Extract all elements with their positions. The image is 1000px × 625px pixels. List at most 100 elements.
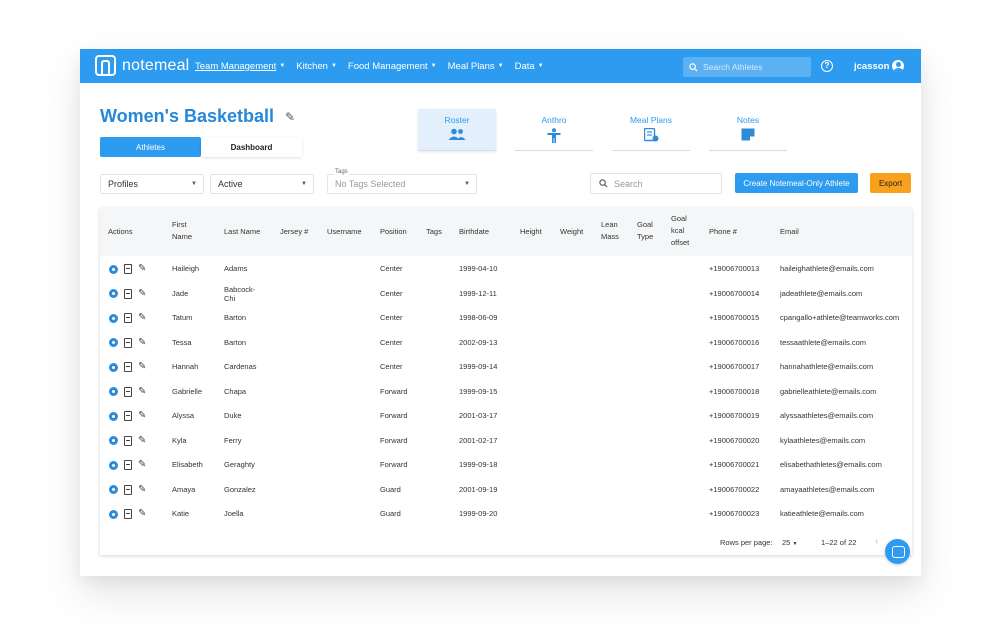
- settings-icon[interactable]: [109, 485, 118, 494]
- edit-pencil-icon[interactable]: ✎: [138, 484, 146, 495]
- prev-page-icon[interactable]: ‹: [875, 536, 878, 547]
- edit-pencil-icon[interactable]: ✎: [285, 110, 295, 124]
- tab-dashboard[interactable]: Dashboard: [201, 137, 302, 157]
- col-weight[interactable]: Weight: [560, 226, 583, 238]
- login-icon[interactable]: [124, 411, 132, 421]
- settings-icon[interactable]: [109, 264, 118, 274]
- table-row[interactable]: ✎ Gabrielle Chapa Forward 1999-09-15 +1900670…: [100, 379, 912, 404]
- table-row[interactable]: ✎ Kyla Ferry Forward 2001-02-17 +19006700020 k…: [100, 428, 912, 453]
- table-row[interactable]: ✎ Jade Babcock-Chi Center 1999-12-11 +1900670…: [100, 281, 912, 306]
- table-row[interactable]: ✎ Alyssa Duke Forward 2001-03-17 +19006700019…: [100, 403, 912, 428]
- login-icon[interactable]: [124, 362, 132, 372]
- col-email[interactable]: Email: [780, 226, 799, 238]
- login-icon[interactable]: [124, 509, 132, 519]
- col-goal-offset[interactable]: Goal kcal offset: [671, 213, 697, 249]
- nav-kitchen[interactable]: Kitchen ▼: [296, 61, 337, 72]
- table-row[interactable]: ✎ Tessa Barton Center 2002-09-13 +19006700016…: [100, 330, 912, 355]
- login-icon[interactable]: [124, 264, 132, 274]
- cell-email: cpangallo+athlete@teamworks.com: [780, 313, 900, 322]
- table-row[interactable]: ✎ Amaya Gonzalez Guard 2001-09-19 +1900670002…: [100, 477, 912, 502]
- col-jersey[interactable]: Jersey #: [280, 226, 308, 238]
- nav-team-management[interactable]: Team Management ▼: [195, 61, 285, 72]
- cell-position: Center: [380, 264, 403, 273]
- login-icon[interactable]: [124, 386, 132, 397]
- user-avatar-icon[interactable]: [892, 60, 904, 72]
- edit-pencil-icon[interactable]: ✎: [138, 264, 146, 274]
- settings-icon[interactable]: [109, 411, 118, 421]
- edit-pencil-icon[interactable]: ✎: [138, 313, 146, 323]
- edit-pencil-icon[interactable]: ✎: [138, 435, 146, 446]
- edit-pencil-icon[interactable]: ✎: [138, 288, 146, 299]
- settings-icon[interactable]: [109, 338, 118, 347]
- table-row[interactable]: ✎ Hannah Cardenas Center 1999-09-14 +19006700…: [100, 354, 912, 379]
- table-row[interactable]: ✎ Haileigh Adams Center 1999-04-10 +190067000…: [100, 256, 912, 281]
- tab-anthro[interactable]: Anthro: [515, 109, 593, 151]
- col-phone[interactable]: Phone #: [709, 226, 737, 238]
- edit-pencil-icon[interactable]: ✎: [138, 411, 146, 421]
- login-icon[interactable]: [124, 288, 132, 299]
- edit-pencil-icon[interactable]: ✎: [138, 386, 146, 397]
- settings-icon[interactable]: [109, 509, 118, 519]
- nav-food-management[interactable]: Food Management ▼: [348, 61, 437, 72]
- col-lean-mass[interactable]: Lean Mass: [601, 219, 627, 243]
- settings-icon[interactable]: [109, 362, 118, 372]
- cell-phone: +19006700013: [709, 264, 760, 273]
- chevron-down-icon: ▼: [430, 63, 437, 69]
- edit-pencil-icon[interactable]: ✎: [138, 460, 146, 470]
- login-icon[interactable]: [124, 337, 132, 348]
- tab-meal-plans-label: Meal Plans: [629, 115, 673, 125]
- login-icon[interactable]: [124, 313, 132, 323]
- row-actions: ✎: [109, 460, 146, 470]
- settings-icon[interactable]: [109, 460, 118, 470]
- col-goal-type[interactable]: Goal Type: [637, 219, 661, 243]
- col-username[interactable]: Username: [327, 226, 362, 238]
- rows-per-page-select[interactable]: 25 ▼: [782, 538, 797, 547]
- help-icon[interactable]: ?: [821, 60, 833, 72]
- settings-icon[interactable]: [109, 436, 118, 445]
- chat-support-icon[interactable]: [885, 539, 910, 564]
- settings-icon[interactable]: [109, 387, 118, 396]
- col-actions[interactable]: Actions: [108, 226, 133, 238]
- cell-last-name: Gonzalez: [224, 484, 256, 494]
- table-row[interactable]: ✎ Elisabeth Geraghty Forward 1999-09-18 +1900…: [100, 452, 912, 477]
- col-height[interactable]: Height: [520, 226, 542, 238]
- logo[interactable]: notemeal: [95, 55, 189, 76]
- settings-icon[interactable]: [109, 289, 118, 298]
- row-actions: ✎: [109, 509, 146, 519]
- cell-birthdate: 2001-09-19: [459, 484, 498, 494]
- col-birthdate[interactable]: Birthdate: [459, 226, 489, 238]
- cell-last-name: Babcock-Chi: [224, 284, 256, 303]
- athlete-search-placeholder: Search Athletes: [703, 62, 763, 72]
- login-icon[interactable]: [124, 435, 132, 446]
- create-athlete-button[interactable]: Create Notemeal-Only Athlete: [735, 173, 858, 193]
- tab-athletes[interactable]: Athletes: [100, 137, 201, 157]
- export-button[interactable]: Export: [870, 173, 911, 193]
- tags-field-label: Tags: [334, 169, 349, 175]
- roster-search-input[interactable]: Search: [590, 173, 722, 194]
- edit-pencil-icon[interactable]: ✎: [138, 337, 146, 348]
- tab-notes[interactable]: Notes: [709, 109, 787, 151]
- tags-select[interactable]: No Tags Selected ▼: [327, 174, 477, 194]
- edit-pencil-icon[interactable]: ✎: [138, 509, 146, 519]
- table-row[interactable]: ✎ Tatum Barton Center 1998-06-09 +19006700015…: [100, 305, 912, 330]
- col-position[interactable]: Position: [380, 226, 407, 238]
- section-tabs: Roster Anthro Meal Plans Notes: [418, 109, 787, 151]
- col-first-name[interactable]: First Name: [172, 219, 204, 243]
- settings-icon[interactable]: [109, 313, 118, 323]
- username[interactable]: jcasson: [854, 61, 889, 72]
- tab-meal-plans[interactable]: Meal Plans: [612, 109, 690, 151]
- edit-pencil-icon[interactable]: ✎: [138, 362, 146, 372]
- login-icon[interactable]: [124, 460, 132, 470]
- main-nav: Team Management ▼ Kitchen ▼ Food Managem…: [195, 49, 555, 83]
- col-last-name[interactable]: Last Name: [224, 226, 260, 238]
- profiles-select[interactable]: Profiles ▼: [100, 174, 204, 194]
- nav-meal-plans[interactable]: Meal Plans ▼: [448, 61, 504, 72]
- login-icon[interactable]: [124, 484, 132, 495]
- col-tags[interactable]: Tags: [426, 226, 442, 238]
- row-actions: ✎: [109, 337, 146, 348]
- table-row[interactable]: ✎ Katie Joella Guard 1999-09-20 +19006700023 k…: [100, 501, 912, 526]
- tab-roster[interactable]: Roster: [418, 109, 496, 151]
- status-select[interactable]: Active ▼: [210, 174, 314, 194]
- athlete-search-input[interactable]: Search Athletes: [683, 57, 811, 77]
- nav-data[interactable]: Data ▼: [515, 61, 544, 72]
